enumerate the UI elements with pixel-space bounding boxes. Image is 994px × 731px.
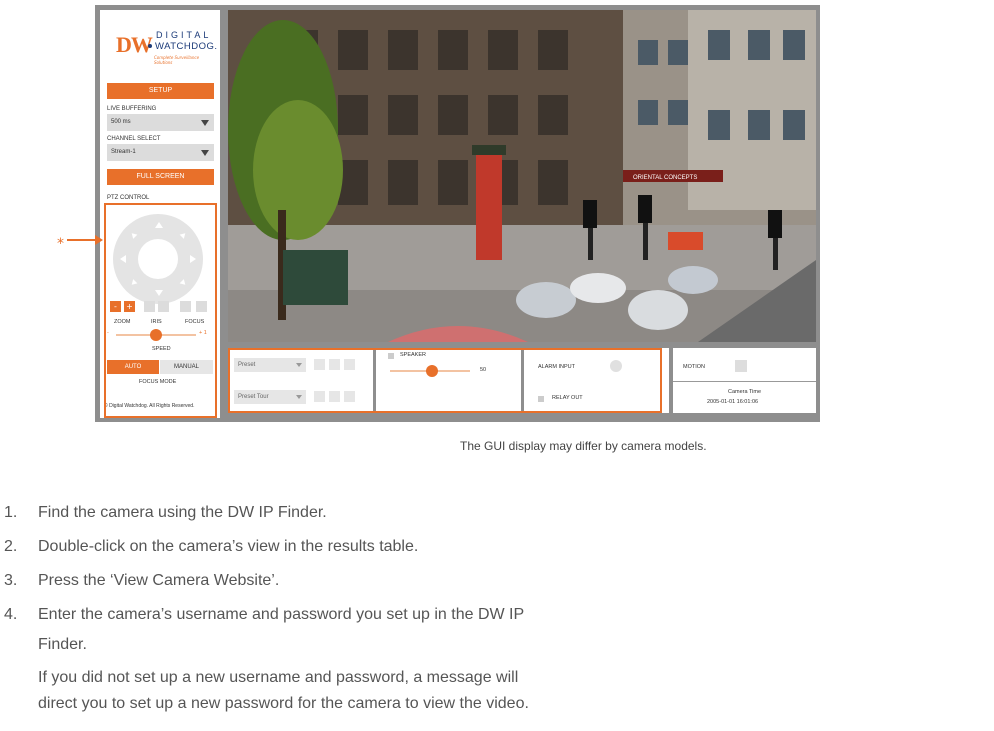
ptz-highlight-box [104, 203, 217, 418]
camera-time-value: 2005-01-01 16:01:06 [707, 399, 759, 405]
logo-dot [148, 44, 152, 48]
logo-tagline: Complete Surveillance Solutions [154, 55, 200, 65]
channel-select-label: CHANNEL SELECT [107, 136, 161, 142]
step-number: 3. [4, 572, 18, 589]
chevron-down-icon [201, 150, 209, 156]
full-screen-button[interactable]: FULL SCREEN [107, 169, 214, 185]
gui-caption: The GUI display may differ by camera mod… [460, 439, 707, 453]
annotation-arrow-line [67, 239, 97, 241]
shop-sign: ORIENTAL CONCEPTS [633, 175, 697, 181]
step-item: 4. Enter the camera’s username and passwo… [0, 604, 524, 626]
step-item: 1. Find the camera using the DW IP Finder… [0, 502, 524, 524]
step-text: Press the ‘View Camera Website’. [38, 572, 280, 589]
note-line-1: If you did not set up a new username and… [38, 669, 519, 686]
motion-label: MOTION [683, 364, 705, 370]
camera-time-label: Camera Time [728, 389, 762, 395]
step-item: 2. Double-click on the camera’s view in t… [0, 536, 524, 558]
audio-alarm-highlight-box [228, 348, 662, 413]
live-buffering-value: 500 ms [111, 119, 131, 125]
logo-line2: WATCHDOG. [155, 41, 218, 52]
motion-panel: MOTION Camera Time 2005-01-01 16:01:06 [673, 348, 816, 413]
channel-select[interactable]: Stream-1 [107, 144, 214, 161]
setup-button[interactable]: SETUP [107, 83, 214, 99]
live-video-view[interactable]: ORIENTAL CONCEPTS [228, 10, 816, 342]
live-buffering-label: LIVE BUFFERING [107, 106, 157, 112]
arrow-right-icon [95, 235, 103, 245]
chevron-down-icon [201, 120, 209, 126]
step-item: 3. Press the ‘View Camera Website’. [0, 570, 524, 592]
logo-line1: DIGITAL [156, 30, 212, 40]
live-buffering-select[interactable]: 500 ms [107, 114, 214, 131]
step-text: Double-click on the camera’s view in the… [38, 538, 419, 555]
step-text: Find the camera using the DW IP Finder. [38, 504, 327, 521]
ptz-control-label: PTZ CONTROL [107, 195, 150, 201]
note-line-2: direct you to set up a new password for … [38, 695, 529, 712]
channel-select-value: Stream-1 [111, 149, 136, 155]
panel-divider [673, 381, 816, 382]
motion-running-icon [735, 360, 747, 372]
step-number: 1. [4, 504, 18, 521]
step-text: Enter the camera’s username and password… [38, 606, 525, 623]
instruction-list: 1. Find the camera using the DW IP Finder… [0, 502, 524, 626]
video-street-scene: ORIENTAL CONCEPTS [228, 10, 816, 342]
annotation-asterisk: * [57, 236, 64, 252]
step-4-continuation: Finder. [38, 636, 87, 653]
step-number: 2. [4, 538, 18, 555]
step-number: 4. [4, 606, 18, 623]
dw-logo: DW DIGITAL WATCHDOG. Complete Surveillan… [110, 18, 217, 70]
logo-mark: DW [116, 32, 153, 57]
